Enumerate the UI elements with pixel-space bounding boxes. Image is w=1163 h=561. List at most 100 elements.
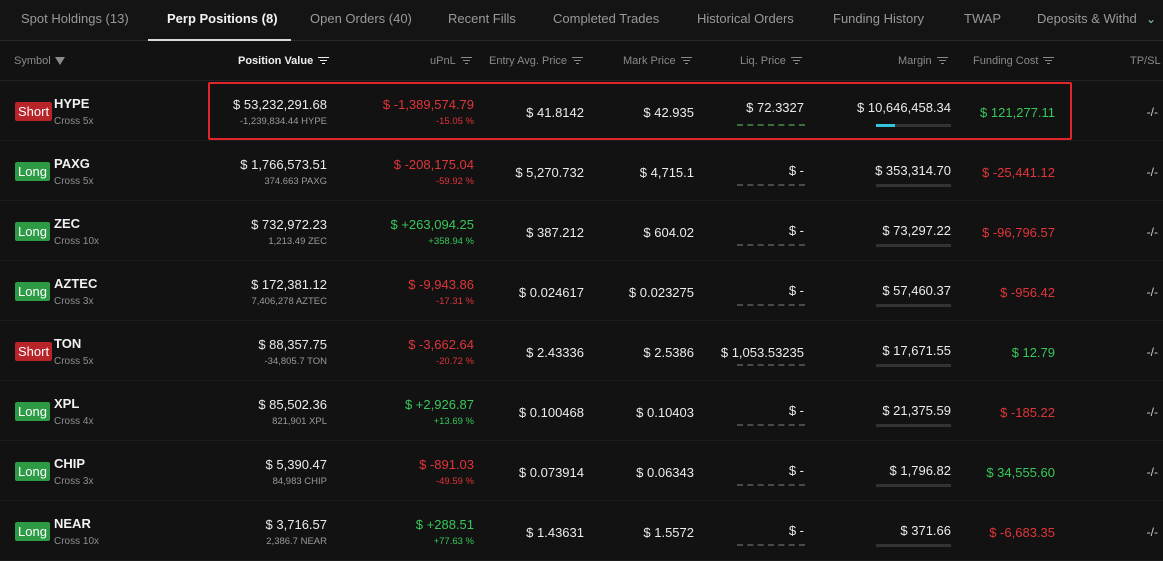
tab-spot-holdings[interactable]: Spot Holdings (13) xyxy=(21,0,129,41)
leverage-label: Cross 4x xyxy=(54,416,94,427)
upnl-value: $ +288.51 xyxy=(415,517,474,532)
column-position-value[interactable]: Position Value xyxy=(238,41,330,81)
tpsl-value[interactable]: -/- xyxy=(1147,105,1158,119)
margin-value: $ 17,671.55 xyxy=(882,343,951,358)
table-row[interactable]: Long ZEC Cross 10x $ 732,972.23 1,213.49… xyxy=(0,201,1163,261)
position-value: $ 5,390.47 xyxy=(265,457,327,472)
margin-value: $ 371.66 xyxy=(900,523,951,538)
tab-perp-positions[interactable]: Perp Positions (8) xyxy=(167,0,278,41)
tab-historical-orders[interactable]: Historical Orders xyxy=(697,0,794,41)
upnl-value: $ +263,094.25 xyxy=(390,217,475,232)
liq-distance-bar xyxy=(737,124,805,126)
symbol-name[interactable]: NEAR xyxy=(54,516,91,531)
table-row[interactable]: Long AZTEC Cross 3x $ 172,381.12 7,406,2… xyxy=(0,261,1163,321)
filter-funnel-icon[interactable] xyxy=(54,57,65,66)
mark-price: $ 0.06343 xyxy=(636,465,694,480)
upnl-value: $ -208,175.04 xyxy=(393,157,474,172)
margin-value: $ 57,460.37 xyxy=(882,283,951,298)
margin-ratio-bar xyxy=(876,124,951,127)
symbol-name[interactable]: TON xyxy=(54,336,81,351)
symbol-name[interactable]: CHIP xyxy=(54,456,85,471)
column-funding-cost[interactable]: Funding Cost xyxy=(973,41,1055,81)
chevron-down-icon[interactable]: ⌄ xyxy=(1146,8,1163,30)
margin-value: $ 353,314.70 xyxy=(875,163,951,178)
tpsl-value[interactable]: -/- xyxy=(1147,285,1158,299)
position-value: $ 88,357.75 xyxy=(258,337,327,352)
tab-open-orders[interactable]: Open Orders (40) xyxy=(310,0,412,41)
position-size: -34,805.7 TON xyxy=(264,356,328,367)
side-badge: Long xyxy=(15,282,50,301)
liq-distance-bar xyxy=(737,364,805,366)
position-value: $ 1,766,573.51 xyxy=(240,157,327,172)
mark-price: $ 0.023275 xyxy=(628,285,694,300)
column-tpsl[interactable]: TP/SL xyxy=(1130,41,1161,81)
table-row[interactable]: Long PAXG Cross 5x $ 1,766,573.51 374.66… xyxy=(0,141,1163,201)
tpsl-value[interactable]: -/- xyxy=(1147,525,1158,539)
leverage-label: Cross 3x xyxy=(54,476,94,487)
table-row[interactable]: Short HYPE Cross 5x $ 53,232,291.68 -1,2… xyxy=(0,81,1163,141)
side-badge: Short xyxy=(15,342,53,361)
entry-price: $ 5,270.732 xyxy=(515,165,584,180)
column-symbol[interactable]: Symbol xyxy=(14,41,65,81)
tpsl-value[interactable]: -/- xyxy=(1147,405,1158,419)
margin-ratio-bar xyxy=(876,424,951,427)
tab-recent-fills[interactable]: Recent Fills xyxy=(448,0,516,41)
tab-completed-trades[interactable]: Completed Trades xyxy=(553,0,659,41)
funding-cost: $ -25,441.12 xyxy=(981,165,1055,180)
tab-funding-history[interactable]: Funding History xyxy=(833,0,924,41)
table-row[interactable]: Long NEAR Cross 10x $ 3,716.57 2,386.7 N… xyxy=(0,501,1163,561)
leverage-label: Cross 3x xyxy=(54,296,94,307)
symbol-name[interactable]: XPL xyxy=(54,396,79,411)
tpsl-value[interactable]: -/- xyxy=(1147,345,1158,359)
column-upnl[interactable]: uPnL xyxy=(430,41,472,81)
tab-twap[interactable]: TWAP xyxy=(964,0,1001,41)
sort-icon xyxy=(572,56,584,65)
column-liq-price[interactable]: Liq. Price xyxy=(740,41,802,81)
tpsl-value[interactable]: -/- xyxy=(1147,225,1158,239)
entry-price: $ 41.8142 xyxy=(526,105,584,120)
leverage-label: Cross 10x xyxy=(54,536,100,547)
symbol-name[interactable]: PAXG xyxy=(54,156,90,171)
funding-cost: $ 121,277.11 xyxy=(980,105,1055,120)
symbol-name[interactable]: HYPE xyxy=(54,96,89,111)
liq-price: $ 72.3327 xyxy=(746,100,804,115)
table-row[interactable]: Long XPL Cross 4x $ 85,502.36 821,901 XP… xyxy=(0,381,1163,441)
mark-price: $ 42.935 xyxy=(643,105,694,120)
liq-distance-bar xyxy=(737,184,805,186)
upnl-value: $ -891.03 xyxy=(419,457,474,472)
tab-deposits-withdrawals[interactable]: Deposits & Withd xyxy=(1037,0,1137,41)
upnl-percent: -15.05 % xyxy=(435,116,474,127)
position-value: $ 732,972.23 xyxy=(251,217,327,232)
sort-icon xyxy=(460,56,472,65)
position-size: 2,386.7 NEAR xyxy=(266,536,327,547)
column-mark-price[interactable]: Mark Price xyxy=(623,41,692,81)
sort-icon xyxy=(1043,56,1055,65)
sort-icon xyxy=(936,56,948,65)
table-row[interactable]: Long CHIP Cross 3x $ 5,390.47 84,983 CHI… xyxy=(0,441,1163,501)
tpsl-value[interactable]: -/- xyxy=(1147,165,1158,179)
liq-distance-bar xyxy=(737,244,805,246)
symbol-name[interactable]: AZTEC xyxy=(54,276,97,291)
margin-ratio-bar xyxy=(876,244,951,247)
leverage-label: Cross 5x xyxy=(54,356,94,367)
column-liq-price-label: Liq. Price xyxy=(740,55,786,67)
margin-value: $ 10,646,458.34 xyxy=(857,100,951,115)
leverage-label: Cross 5x xyxy=(54,176,94,187)
margin-value: $ 1,796.82 xyxy=(889,463,951,478)
funding-cost: $ -6,683.35 xyxy=(989,525,1055,540)
mark-price: $ 4,715.1 xyxy=(639,165,694,180)
side-badge: Long xyxy=(15,222,50,241)
tab-bar: Spot Holdings (13) Perp Positions (8) Op… xyxy=(0,0,1163,41)
margin-ratio-bar xyxy=(876,484,951,487)
column-funding-cost-label: Funding Cost xyxy=(973,55,1039,67)
position-size: 84,983 CHIP xyxy=(272,476,327,487)
tpsl-value[interactable]: -/- xyxy=(1147,465,1158,479)
upnl-value: $ -1,389,574.79 xyxy=(382,97,474,112)
column-entry-price[interactable]: Entry Avg. Price xyxy=(489,41,584,81)
upnl-percent: -20.72 % xyxy=(435,356,474,367)
column-margin[interactable]: Margin xyxy=(898,41,948,81)
symbol-name[interactable]: ZEC xyxy=(54,216,80,231)
upnl-percent: -17.31 % xyxy=(435,296,474,307)
mark-price: $ 1.5572 xyxy=(643,525,694,540)
table-row[interactable]: Short TON Cross 5x $ 88,357.75 -34,805.7… xyxy=(0,321,1163,381)
